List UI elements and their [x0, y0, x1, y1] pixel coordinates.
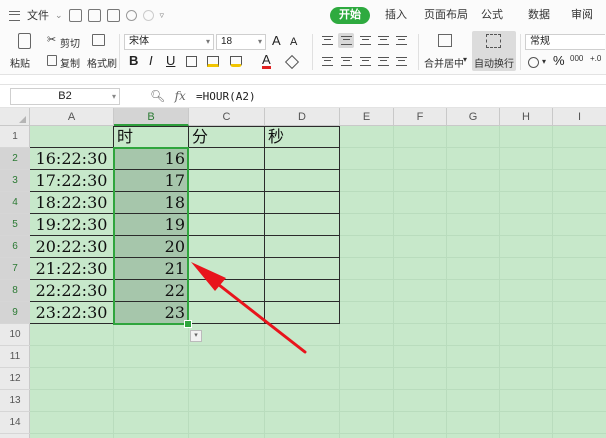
- currency-icon[interactable]: [528, 57, 539, 68]
- align-middle-icon[interactable]: [341, 36, 352, 45]
- wrap-text-button[interactable]: 自动换行: [474, 55, 514, 70]
- chevron-down-icon[interactable]: ▾: [112, 89, 116, 104]
- chevron-down-icon: ▾: [205, 37, 210, 46]
- distributed-icon[interactable]: [396, 57, 407, 66]
- font-size-value: 18: [221, 36, 233, 47]
- title-bar: 文件 ⌄ ▿ 开始 插入 页面布局 公式 数据 审阅: [0, 0, 606, 30]
- customize-toolbar-icon[interactable]: ▿: [160, 10, 165, 21]
- increase-font-icon[interactable]: A: [272, 33, 281, 49]
- quick-access-toolbar: 文件 ⌄ ▿: [8, 7, 164, 23]
- zoom-formula-icon[interactable]: 🔍︎: [150, 89, 165, 103]
- file-menu[interactable]: 文件: [27, 7, 49, 23]
- align-top-icon[interactable]: [322, 36, 333, 45]
- border-icon[interactable]: [186, 56, 197, 67]
- formula-bar: B2 ▾ 🔍︎ fx =HOUR(A2): [0, 84, 606, 108]
- clear-format-icon[interactable]: [284, 54, 300, 70]
- merge-center-button[interactable]: 合并居中: [424, 55, 464, 70]
- name-box-value: B2: [58, 90, 72, 102]
- font-name-select[interactable]: 宋体 ▾: [124, 34, 214, 50]
- align-left-icon[interactable]: [322, 57, 333, 66]
- tab-home[interactable]: 开始: [330, 7, 370, 24]
- chevron-down-icon[interactable]: ▾: [463, 55, 467, 64]
- align-bottom-icon[interactable]: [360, 36, 371, 45]
- tab-page-layout[interactable]: 页面布局: [424, 7, 468, 24]
- tab-insert[interactable]: 插入: [385, 7, 407, 24]
- tab-formulas[interactable]: 公式: [481, 7, 503, 24]
- cut-button[interactable]: 剪切: [60, 35, 80, 50]
- print-icon[interactable]: [87, 8, 101, 22]
- formula-controls: 🔍︎ fx: [150, 89, 186, 103]
- paste-button[interactable]: 粘贴: [10, 55, 30, 70]
- outdent-icon[interactable]: [396, 36, 407, 45]
- chevron-down-icon[interactable]: ▾: [542, 57, 546, 66]
- formula-input[interactable]: =HOUR(A2): [196, 90, 256, 103]
- spreadsheet-grid[interactable]: A B C D E F G H I 1 2 3 4 5 6 7 8 9 10 1…: [0, 108, 606, 438]
- decrease-font-icon[interactable]: A: [290, 34, 297, 50]
- justify-icon[interactable]: [378, 57, 389, 66]
- fx-icon[interactable]: fx: [175, 89, 186, 103]
- fill-color-icon[interactable]: [207, 56, 219, 67]
- merge-center-icon[interactable]: [438, 34, 452, 47]
- wrap-text-icon[interactable]: [486, 34, 501, 48]
- copy-button[interactable]: 复制: [60, 55, 80, 70]
- cut-icon[interactable]: ✂: [47, 35, 56, 46]
- underline-icon[interactable]: U: [166, 53, 175, 69]
- align-right-icon[interactable]: [360, 57, 371, 66]
- align-center-icon[interactable]: [341, 57, 352, 66]
- hamburger-menu-icon[interactable]: [8, 9, 21, 22]
- paste-icon[interactable]: [18, 33, 31, 49]
- save-icon[interactable]: [68, 8, 82, 22]
- percent-button[interactable]: %: [553, 53, 565, 69]
- number-format-select[interactable]: 常规: [525, 34, 605, 50]
- font-color-icon[interactable]: A: [262, 53, 271, 69]
- tab-review[interactable]: 审阅: [571, 7, 593, 24]
- print-preview-icon[interactable]: [106, 8, 120, 22]
- name-box[interactable]: B2 ▾: [10, 88, 120, 105]
- ribbon: 粘贴 ✂ 剪切 复制 格式刷 宋体 ▾ 18 ▾ A A B I U A 合并居…: [0, 30, 606, 75]
- italic-icon[interactable]: I: [149, 53, 153, 69]
- indent-icon[interactable]: [378, 36, 389, 45]
- undo-icon[interactable]: [125, 9, 137, 21]
- highlight-icon[interactable]: [230, 56, 242, 67]
- format-painter-button[interactable]: 格式刷: [87, 55, 117, 70]
- chevron-down-icon: ▾: [257, 37, 262, 46]
- chevron-down-icon[interactable]: ⌄: [55, 10, 63, 21]
- annotation-arrow: [191, 262, 307, 354]
- bold-icon[interactable]: B: [129, 53, 138, 69]
- font-size-select[interactable]: 18 ▾: [216, 34, 266, 50]
- tab-data[interactable]: 数据: [528, 7, 550, 24]
- redo-icon[interactable]: [142, 9, 154, 21]
- font-name-value: 宋体: [129, 36, 149, 47]
- format-painter-icon[interactable]: [92, 34, 105, 46]
- number-format-value: 常规: [530, 36, 550, 47]
- copy-icon[interactable]: [47, 55, 57, 66]
- thousands-separator-button[interactable]: 000: [570, 54, 583, 63]
- decimal-icon[interactable]: +.0: [590, 54, 601, 63]
